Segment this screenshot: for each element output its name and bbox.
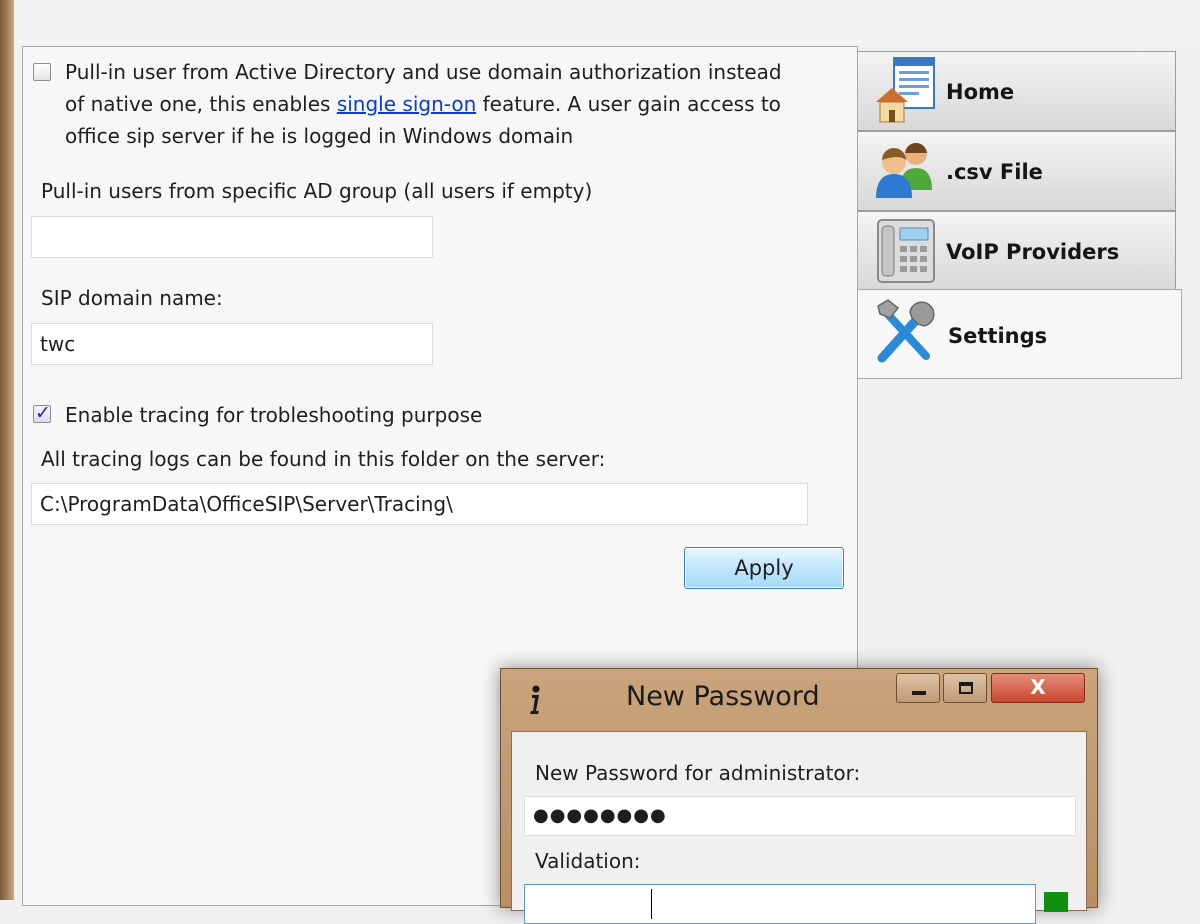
minimize-button[interactable] — [896, 673, 940, 703]
tracing-checkbox-label: Enable tracing for trobleshooting purpos… — [65, 403, 483, 427]
ad-sso-line-2: of native one, this enables single sign-… — [65, 88, 845, 120]
tracing-folder-input[interactable]: C:\ProgramData\OfficeSIP\Server\Tracing\ — [31, 483, 808, 525]
tab-voip-providers-label: VoIP Providers — [946, 240, 1120, 264]
ad-sso-line-2-start: of native one, this enables — [65, 92, 337, 116]
window-frame — [0, 0, 14, 900]
validation-input[interactable] — [524, 884, 1036, 924]
ad-sso-line-2-end: feature. A user gain access to — [476, 92, 781, 116]
ad-sso-line-1: Pull-in user from Active Directory and u… — [65, 60, 782, 84]
tools-icon — [877, 299, 935, 363]
single-sign-on-link[interactable]: single sign-on — [337, 92, 476, 116]
top-area — [14, 0, 1200, 46]
sip-domain-label: SIP domain name: — [41, 286, 223, 310]
minimize-icon — [912, 691, 926, 695]
tracing-checkbox[interactable]: ✓ — [33, 402, 51, 424]
text-cursor — [651, 889, 652, 919]
tab-settings[interactable]: Settings — [858, 289, 1182, 379]
checkmark-icon: ✓ — [35, 402, 51, 424]
new-password-dialog: New Password X New Password for administ… — [500, 668, 1098, 924]
phone-icon — [877, 219, 935, 283]
tab-home[interactable]: Home — [858, 51, 1176, 131]
tracing-folder-label: All tracing logs can be found in this fo… — [41, 447, 606, 471]
ad-sso-checkbox[interactable] — [33, 63, 51, 81]
tab-csv-file-label: .csv File — [946, 160, 1043, 184]
home-icon — [876, 57, 935, 123]
tab-csv-file[interactable]: .csv File — [858, 131, 1176, 211]
apply-button[interactable]: Apply — [684, 547, 844, 589]
dialog-content: New Password for administrator: ●●●●●●●●… — [511, 731, 1087, 924]
password-label: New Password for administrator: — [535, 761, 861, 785]
ad-sso-description: Pull-in user from Active Directory and u… — [65, 56, 845, 152]
dialog-title: New Password — [626, 681, 820, 712]
ad-sso-line-3: office sip server if he is logged in Win… — [65, 124, 574, 148]
tab-home-label: Home — [946, 80, 1015, 104]
tab-settings-label: Settings — [948, 324, 1048, 348]
ad-group-label: Pull-in users from specific AD group (al… — [41, 179, 593, 203]
users-icon — [876, 142, 932, 198]
validation-label: Validation: — [535, 849, 641, 873]
password-input[interactable]: ●●●●●●●● — [524, 796, 1076, 836]
validation-status-indicator — [1044, 892, 1068, 912]
sip-domain-input[interactable]: twc — [31, 323, 433, 365]
close-button[interactable]: X — [991, 673, 1085, 703]
maximize-button[interactable] — [943, 673, 987, 703]
maximize-icon — [959, 682, 973, 694]
info-icon — [530, 685, 540, 714]
ad-group-input[interactable] — [31, 216, 433, 258]
tab-voip-providers[interactable]: VoIP Providers — [858, 211, 1176, 291]
